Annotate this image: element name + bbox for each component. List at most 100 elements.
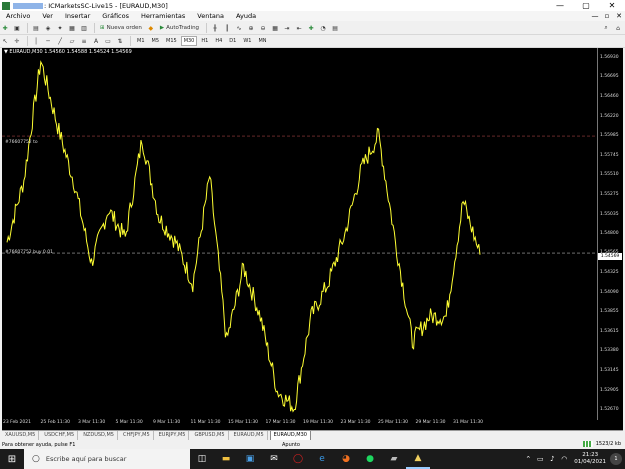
connection-bars-icon: [582, 441, 593, 447]
tray-wifi-icon[interactable]: ◠: [558, 455, 570, 463]
profiles-icon[interactable]: ▣: [12, 23, 22, 33]
menu-archivo[interactable]: Archivo: [0, 12, 36, 20]
arrows-icon[interactable]: ⇅: [115, 36, 125, 46]
edge-icon[interactable]: e: [310, 449, 334, 469]
x-tick-label: 15 Mar 11:30: [228, 420, 259, 425]
y-tick-label: 1.52905: [600, 387, 619, 393]
tray-chevron-icon[interactable]: ⌃: [522, 455, 534, 463]
timeframe-mn[interactable]: MN: [255, 36, 269, 46]
tab-eurjpy-m5[interactable]: EURJPY,M5: [156, 431, 190, 440]
maximize-button[interactable]: ▢: [573, 0, 599, 11]
channel-icon[interactable]: ▱: [67, 36, 77, 46]
tab-euraud-m5[interactable]: EURAUD,M5: [231, 431, 268, 440]
bar-chart-icon[interactable]: ╫: [210, 23, 220, 33]
search-icon[interactable]: ⌕: [601, 23, 611, 33]
taskbar-clock[interactable]: 21:23 01/04/2021: [574, 452, 606, 466]
file-explorer-icon[interactable]: ▬: [214, 449, 238, 469]
standard-toolbar: ✚ ▣ ▤ ◈ ✦ ▦ ▥ ⊞ Nueva orden ◆ ▶ AutoTradin…: [0, 22, 625, 35]
new-order-button[interactable]: ⊞ Nueva orden: [98, 23, 144, 33]
tab-nzdusd-m5[interactable]: NZDUSD,M5: [80, 431, 118, 440]
task-view-icon[interactable]: ◫: [190, 449, 214, 469]
y-tick-label: 1.52670: [600, 407, 619, 412]
data-window-icon[interactable]: ◈: [43, 23, 53, 33]
crosshair-icon[interactable]: ✛: [12, 36, 22, 46]
zoom-in-icon[interactable]: ⊕: [246, 23, 256, 33]
y-tick-label: 1.55035: [600, 211, 619, 217]
chart-restore-button[interactable]: ▫: [601, 12, 613, 20]
strategy-tester-icon[interactable]: ▥: [79, 23, 89, 33]
market-watch-icon[interactable]: ▤: [31, 23, 41, 33]
menu-ventana[interactable]: Ventana: [191, 12, 230, 20]
text-icon[interactable]: A: [91, 36, 101, 46]
timeframe-m30[interactable]: M30: [180, 36, 198, 46]
indicators-icon[interactable]: ✚: [306, 23, 316, 33]
zoom-out-icon[interactable]: ⊖: [258, 23, 268, 33]
autotrading-icon: ▶: [159, 25, 165, 31]
opera-icon[interactable]: ◯: [286, 449, 310, 469]
autoscroll-icon[interactable]: ⇥: [282, 23, 292, 33]
horizontal-line-icon[interactable]: ─: [43, 36, 53, 46]
line-chart-icon[interactable]: ∿: [234, 23, 244, 33]
timeframe-h4[interactable]: H4: [212, 36, 225, 46]
terminal-app-icon[interactable]: ▰: [382, 449, 406, 469]
close-button[interactable]: ✕: [599, 0, 625, 11]
timeframe-m5[interactable]: M5: [149, 36, 163, 46]
new-chart-icon[interactable]: ✚: [0, 23, 10, 33]
tab-xauusd-m5[interactable]: XAUUSD,M5: [2, 431, 40, 440]
x-tick-label: 5 Mar 11:30: [115, 420, 143, 425]
metatrader-taskbar-icon[interactable]: ▲: [406, 449, 430, 469]
tray-volume-icon[interactable]: ♪: [546, 455, 558, 463]
periods-icon[interactable]: ◔: [318, 23, 328, 33]
spotify-icon[interactable]: ●: [358, 449, 382, 469]
tray-network-icon[interactable]: ▭: [534, 455, 546, 463]
notification-center-icon[interactable]: 1: [610, 453, 622, 465]
chart-close-button[interactable]: ✕: [613, 12, 625, 20]
minimize-button[interactable]: —: [547, 0, 573, 11]
tab-chfjpy-m5[interactable]: CHFJPY,M5: [120, 431, 154, 440]
windows-start-icon[interactable]: ⊞: [0, 449, 24, 469]
system-tray: ⌃ ▭ ♪ ◠ 21:23 01/04/2021 1: [522, 449, 625, 469]
x-tick-label: 29 Mar 11:30: [415, 420, 446, 425]
trendline-icon[interactable]: ╱: [55, 36, 65, 46]
templates-icon[interactable]: ▤: [330, 23, 340, 33]
y-tick-label: 1.56695: [600, 74, 619, 80]
metaeditor-icon[interactable]: ◆: [146, 23, 156, 33]
store-icon[interactable]: ▣: [238, 449, 262, 469]
x-tick-label: 3 Mar 11:30: [78, 420, 106, 425]
timeframe-h1[interactable]: H1: [198, 36, 211, 46]
menu-herramientas[interactable]: Herramientas: [135, 12, 191, 20]
tile-windows-icon[interactable]: ▦: [270, 23, 280, 33]
vertical-line-icon[interactable]: │: [31, 36, 41, 46]
title-bar: : ICMarketsSC-Live15 - [EURAUD,M30] — ▢ …: [0, 0, 625, 11]
navigator-icon[interactable]: ✦: [55, 23, 65, 33]
tab-gbpusd-m5[interactable]: GBPUSD,M5: [191, 431, 229, 440]
timeframe-m1[interactable]: M1: [134, 36, 148, 46]
mail-icon[interactable]: ✉: [262, 449, 286, 469]
candlestick-icon[interactable]: ┃: [222, 23, 232, 33]
notifications-icon[interactable]: ⌂: [613, 23, 623, 33]
taskbar-search[interactable]: ○ Escribe aquí para buscar: [24, 449, 190, 469]
menu-ayuda[interactable]: Ayuda: [230, 12, 262, 20]
terminal-icon[interactable]: ▦: [67, 23, 77, 33]
x-tick-label: 11 Mar 11:30: [190, 420, 221, 425]
fibonacci-icon[interactable]: ≡: [79, 36, 89, 46]
y-tick-label: 1.56220: [600, 113, 619, 119]
price-chart[interactable]: ▼ EURAUD,M30 1.54560 1.54588 1.54524 1.5…: [2, 48, 623, 430]
cursor-icon[interactable]: ↖: [0, 36, 10, 46]
metatrader-app-icon: [2, 1, 10, 10]
menu-insertar[interactable]: Insertar: [59, 12, 96, 20]
timeframe-w1[interactable]: W1: [240, 36, 254, 46]
firefox-icon[interactable]: ◕: [334, 449, 358, 469]
chart-shift-icon[interactable]: ⇤: [294, 23, 304, 33]
window-title: : ICMarketsSC-Live15 - [EURAUD,M30]: [44, 1, 168, 10]
tab-usdchf-m5[interactable]: USDCHF,M5: [41, 431, 79, 440]
search-placeholder: Escribe aquí para buscar: [45, 455, 127, 463]
timeframe-m15[interactable]: M15: [163, 36, 180, 46]
chart-minimize-button[interactable]: —: [589, 12, 601, 20]
menu-ver[interactable]: Ver: [36, 12, 59, 20]
menu-graficos[interactable]: Gráficos: [96, 12, 135, 20]
y-tick-label: 1.53855: [600, 309, 619, 315]
timeframe-d1[interactable]: D1: [226, 36, 239, 46]
autotrading-button[interactable]: ▶ AutoTrading: [158, 23, 201, 33]
label-icon[interactable]: ▭: [103, 36, 113, 46]
